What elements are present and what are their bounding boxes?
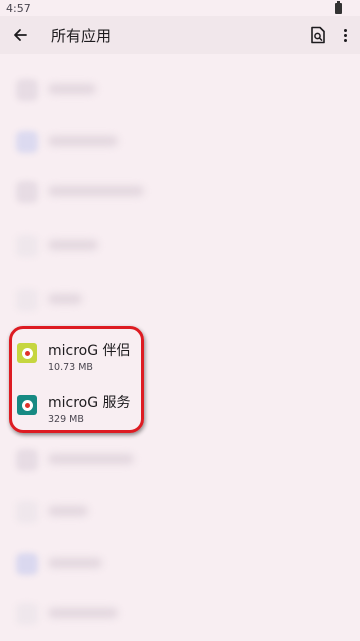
blurred-app-row[interactable]	[0, 544, 360, 584]
blurred-app-label	[48, 294, 82, 304]
blurred-app-label	[48, 186, 144, 196]
app-bar: 所有应用	[0, 16, 360, 54]
blurred-app-row[interactable]	[0, 492, 360, 532]
more-options-button[interactable]	[334, 21, 356, 49]
blurred-app-label	[48, 84, 96, 94]
blurred-app-label	[48, 136, 118, 146]
highlight-box	[9, 326, 144, 433]
battery-icon	[335, 1, 342, 14]
blurred-app-row[interactable]	[0, 172, 360, 212]
blurred-app-icon	[16, 501, 38, 523]
blurred-app-icon	[16, 289, 38, 311]
arrow-left-icon	[14, 29, 27, 41]
more-vert-icon-dot	[343, 38, 347, 42]
blurred-app-row[interactable]	[0, 122, 360, 162]
more-vert-icon-dot	[343, 33, 347, 37]
blurred-app-row[interactable]	[0, 280, 360, 320]
status-bar: 4:57	[0, 0, 360, 16]
app-search-icon	[311, 26, 325, 44]
blurred-app-label	[48, 454, 134, 464]
page-title: 所有应用	[51, 27, 112, 45]
blurred-app-row[interactable]	[0, 440, 360, 480]
blurred-app-label	[48, 558, 102, 568]
blurred-app-icon	[16, 79, 38, 101]
blurred-app-icon	[16, 553, 38, 575]
back-button[interactable]	[4, 19, 36, 51]
blurred-app-row[interactable]	[0, 226, 360, 266]
blurred-app-icon	[16, 449, 38, 471]
blurred-app-row[interactable]	[0, 70, 360, 110]
blurred-app-label	[48, 608, 118, 618]
blurred-app-icon	[16, 603, 38, 625]
blurred-app-row[interactable]	[0, 594, 360, 634]
blurred-app-icon	[16, 131, 38, 153]
more-vert-icon-dot	[343, 28, 347, 32]
blurred-app-label	[48, 240, 98, 250]
blurred-app-icon	[16, 181, 38, 203]
status-time: 4:57	[6, 2, 31, 15]
search-button[interactable]	[304, 21, 332, 49]
blurred-app-label	[48, 506, 88, 516]
blurred-app-icon	[16, 235, 38, 257]
